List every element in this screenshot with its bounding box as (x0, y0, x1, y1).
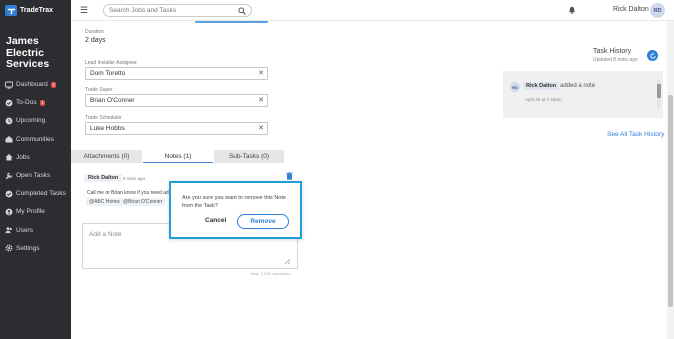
trade-super-value: Brian O'Conner (90, 97, 135, 104)
trade-super-field[interactable]: Brian O'Conner ✕ (85, 94, 268, 107)
resize-handle-icon[interactable] (283, 257, 291, 265)
history-toggle-button[interactable] (647, 50, 658, 61)
sidebar: TradeTrax James Electric Services Dashbo… (0, 0, 71, 339)
logo[interactable]: TradeTrax (0, 0, 71, 21)
refresh-icon (649, 52, 656, 59)
dashboard-badge: 2 (50, 81, 57, 88)
dashboard-icon (5, 81, 13, 89)
avatar: RD (510, 82, 520, 92)
history-author: Rick Dalton (523, 82, 560, 90)
brand-name: TradeTrax (20, 7, 54, 14)
note-text: Call me or Brian know if you need additi… (87, 190, 182, 196)
duration-value: 2 days (85, 37, 106, 44)
history-time: April 25 at 7:45am (525, 97, 562, 102)
history-scrollbar[interactable] (657, 80, 661, 108)
sidebar-item-settings[interactable]: Settings (0, 239, 71, 257)
trade-scheduler-field[interactable]: Luke Hobbs ✕ (85, 122, 268, 135)
sidebar-item-label: Jobs (16, 153, 30, 161)
main-content: Duration 2 days Lead Installer Assignee … (71, 21, 674, 339)
history-action: added a note (560, 83, 596, 89)
sidebar-item-label: My Profile (16, 208, 45, 216)
tab-subtasks[interactable]: Sub-Tasks (0) (214, 150, 284, 163)
lead-installer-label: Lead Installer Assignee (85, 60, 137, 66)
task-history-list: RD Rick Dalton added a note April 25 at … (503, 71, 663, 118)
sidebar-item-completed-tasks[interactable]: Completed Tasks (0, 185, 71, 203)
sidebar-item-users[interactable]: Users (0, 221, 71, 239)
sidebar-item-my-profile[interactable]: My Profile (0, 203, 71, 221)
duration-label: Duration (85, 29, 104, 35)
clear-icon[interactable]: ✕ (258, 123, 264, 134)
lead-installer-field[interactable]: Dom Toretto ✕ (85, 67, 268, 80)
sidebar-item-open-tasks[interactable]: Open Tasks (0, 166, 71, 184)
see-all-history-link[interactable]: See All Task History (607, 131, 664, 138)
note-tag[interactable]: @Brian O'Conner (120, 198, 166, 206)
jobs-icon (5, 153, 13, 161)
sidebar-item-label: Users (16, 226, 33, 234)
trash-icon[interactable] (286, 172, 293, 180)
avatar[interactable]: RD (650, 3, 665, 18)
open-tasks-icon (5, 172, 13, 180)
search-input[interactable]: Search Jobs and Tasks (103, 4, 252, 17)
sidebar-item-label: Communities (16, 135, 54, 143)
trade-scheduler-value: Luke Hobbs (90, 125, 125, 132)
top-header: ☰ Search Jobs and Tasks Rick Dalton RD (71, 0, 674, 21)
sidebar-item-label: Open Tasks (16, 172, 51, 180)
user-name[interactable]: Rick Dalton (613, 6, 649, 13)
lead-installer-value: Dom Toretto (90, 70, 126, 77)
sidebar-item-upcoming[interactable]: Upcoming (0, 112, 71, 130)
sidebar-item-todos[interactable]: To-Dos 1 (0, 94, 71, 112)
trade-scheduler-label: Trade Scheduler (85, 115, 122, 121)
page-scrollbar[interactable] (667, 21, 674, 339)
cancel-button[interactable]: Cancel (205, 217, 226, 224)
profile-icon (5, 208, 13, 216)
remove-note-dialog: Are you sure you want to remove this Not… (169, 181, 302, 239)
sidebar-item-dashboard[interactable]: Dashboard 2 (0, 76, 71, 94)
tab-attachments[interactable]: Attachments (0) (71, 150, 142, 163)
clear-icon[interactable]: ✕ (258, 95, 264, 106)
upcoming-icon (5, 117, 13, 125)
sidebar-nav: Dashboard 2 To-Dos 1 Upcoming Communitie… (0, 74, 71, 258)
sidebar-item-label: Upcoming (16, 117, 46, 125)
add-note-placeholder: Add a Note (89, 231, 122, 238)
tab-notes[interactable]: Notes (1) (143, 150, 213, 163)
note-tag[interactable]: @ABC Homes (86, 198, 125, 206)
clear-icon[interactable]: ✕ (258, 68, 264, 79)
todos-badge: 1 (39, 99, 46, 106)
sidebar-item-label: Dashboard (16, 81, 48, 89)
search-placeholder: Search Jobs and Tasks (109, 7, 177, 14)
remove-button[interactable]: Remove (237, 214, 289, 229)
sidebar-item-label: Completed Tasks (16, 190, 66, 198)
completed-tasks-icon (5, 190, 13, 198)
active-tab-indicator (195, 21, 268, 23)
page-scrollbar-thumb[interactable] (668, 95, 673, 307)
bell-icon[interactable] (568, 6, 576, 14)
trade-super-label: Trade Super (85, 87, 113, 93)
dialog-message: Are you sure you want to remove this Not… (182, 195, 286, 209)
sidebar-item-jobs[interactable]: Jobs (0, 148, 71, 166)
sidebar-item-communities[interactable]: Communities (0, 130, 71, 148)
note-author: Rick Dalton (84, 174, 123, 182)
menu-icon[interactable]: ☰ (80, 5, 88, 16)
tab-bar: Attachments (0) Notes (1) Sub-Tasks (0) (71, 150, 284, 163)
todo-icon (5, 99, 13, 107)
task-history-title: Task History (593, 48, 632, 55)
task-history-updated: Updated 8 mins ago (593, 57, 638, 63)
users-icon (5, 226, 13, 234)
max-chars-hint: Max. 1,000 characters (251, 271, 291, 276)
sidebar-item-label: To-Dos (16, 99, 37, 107)
settings-icon (5, 244, 13, 252)
history-scrollbar-thumb[interactable] (657, 84, 661, 98)
note-time: 8 mins ago (123, 176, 146, 181)
company-name: James Electric Services (6, 35, 50, 70)
tradetrax-logo-icon (5, 5, 17, 16)
communities-icon (5, 135, 13, 143)
search-icon[interactable] (238, 6, 246, 15)
sidebar-item-label: Settings (16, 244, 40, 252)
